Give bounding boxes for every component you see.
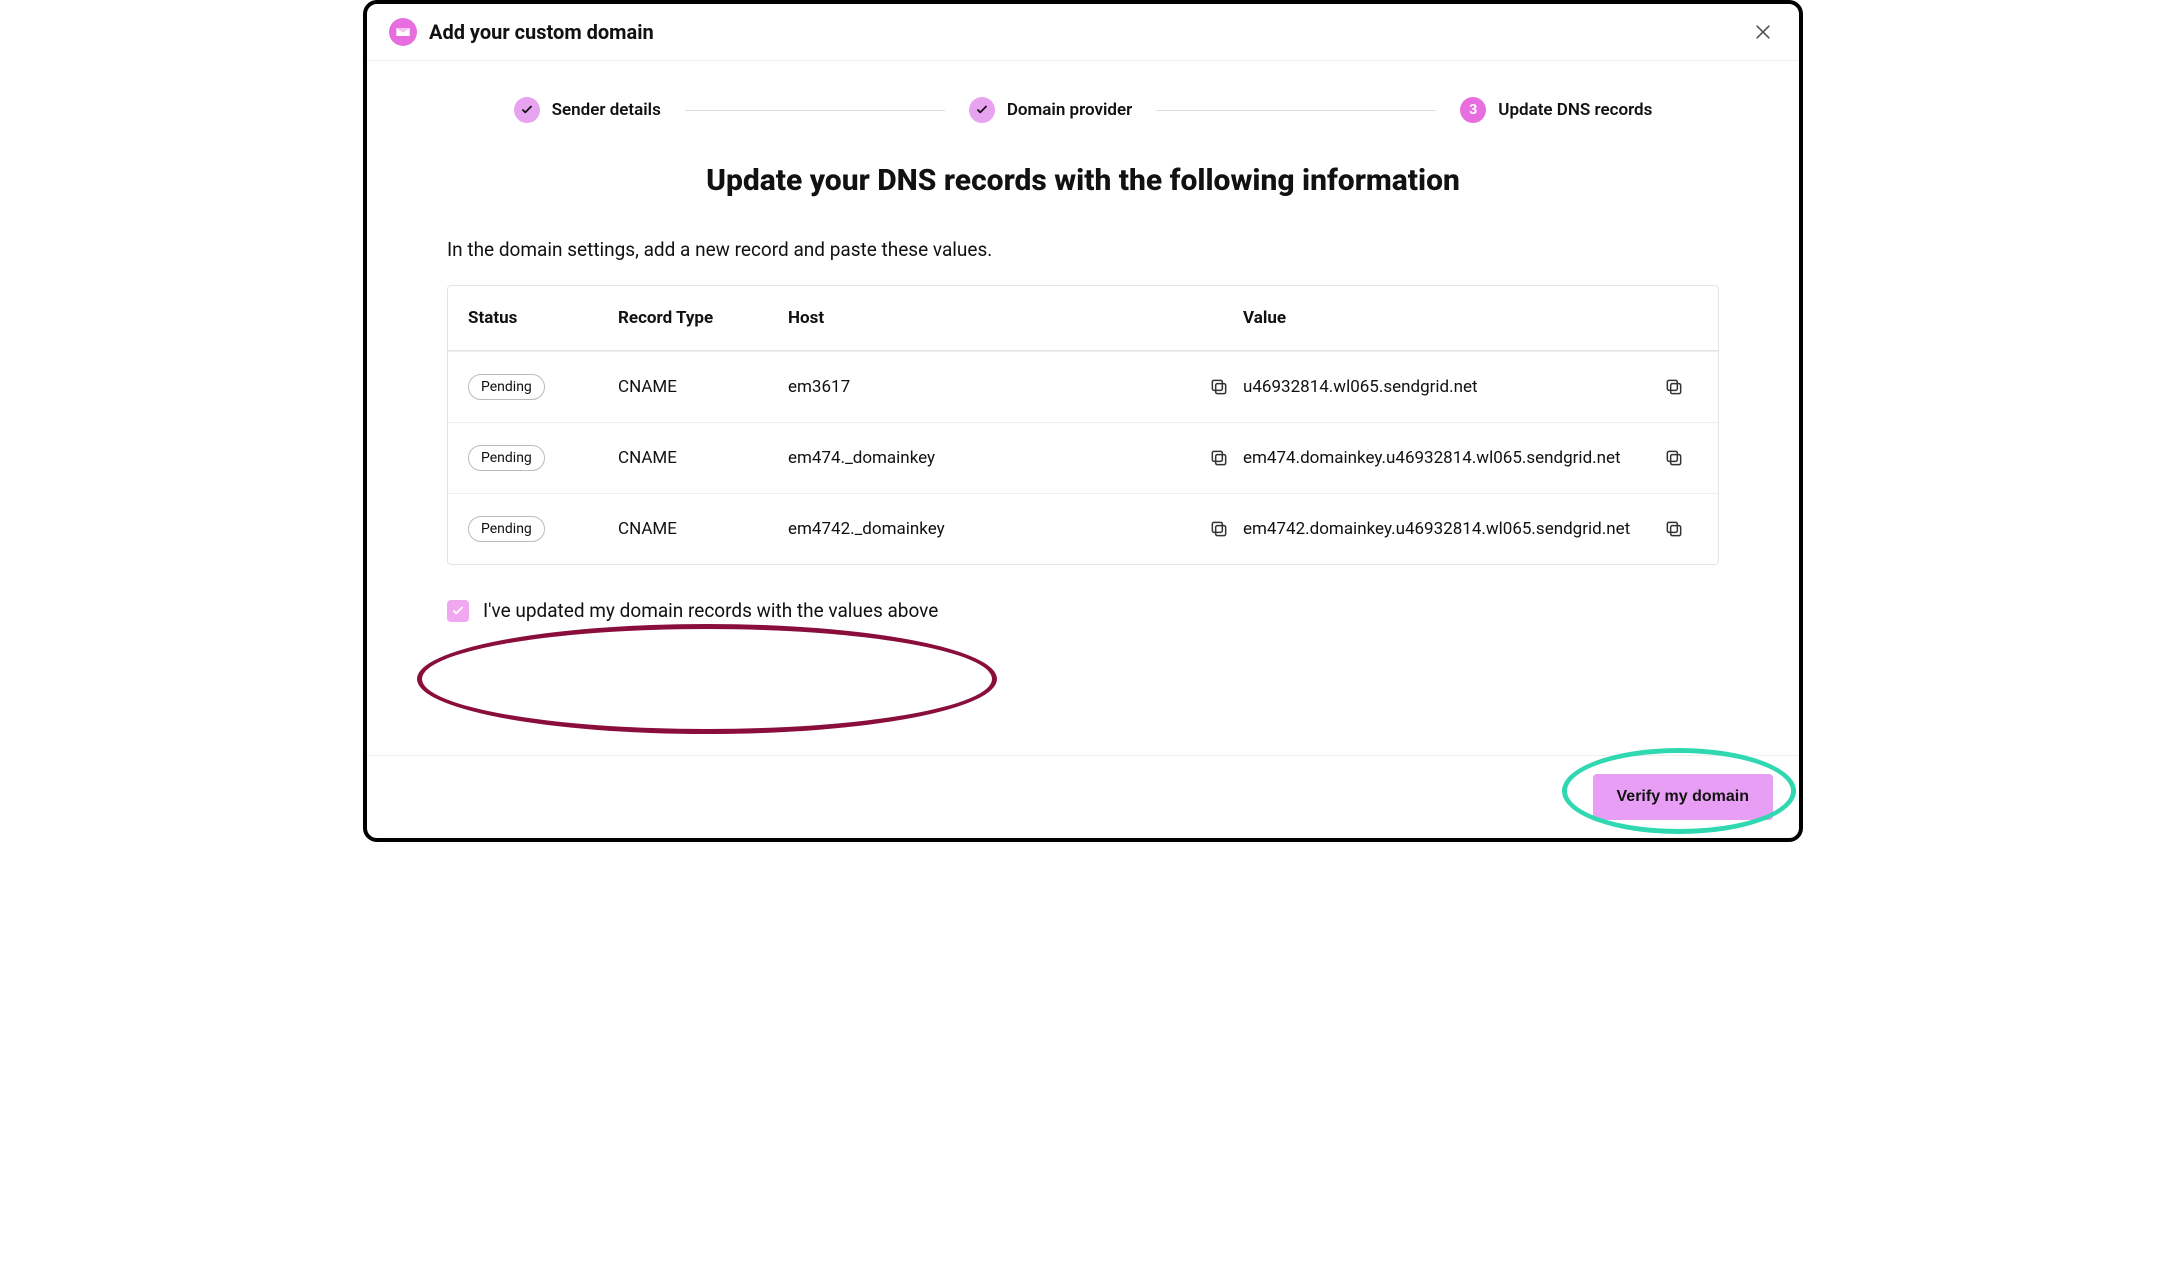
status-badge: Pending: [468, 374, 545, 400]
col-host: Host: [788, 308, 1195, 328]
modal-footer: Verify my domain: [367, 755, 1799, 838]
col-status: Status: [468, 308, 618, 328]
table-row: Pending CNAME em4742._domainkey em4742.d…: [448, 493, 1718, 564]
check-icon: [969, 97, 995, 123]
instruction-text: In the domain settings, add a new record…: [447, 238, 1719, 261]
status-badge: Pending: [468, 445, 545, 471]
copy-value-button[interactable]: [1650, 519, 1698, 539]
copy-icon: [1209, 519, 1229, 539]
col-value: Value: [1243, 308, 1650, 328]
copy-icon: [1664, 448, 1684, 468]
copy-icon: [1664, 377, 1684, 397]
close-button[interactable]: [1749, 18, 1777, 46]
record-value: u46932814.wl065.sendgrid.net: [1243, 377, 1650, 397]
verify-domain-button[interactable]: Verify my domain: [1593, 774, 1774, 820]
dns-records-table: Status Record Type Host Value Pending CN…: [447, 285, 1719, 565]
copy-value-button[interactable]: [1650, 448, 1698, 468]
step-divider: [685, 110, 945, 111]
copy-value-button[interactable]: [1650, 377, 1698, 397]
record-host: em3617: [788, 377, 1195, 397]
copy-host-button[interactable]: [1195, 448, 1243, 468]
modal-window: Add your custom domain Sender details Do…: [363, 0, 1803, 842]
modal-title: Add your custom domain: [429, 20, 654, 44]
record-value: em474.domainkey.u46932814.wl065.sendgrid…: [1243, 448, 1650, 468]
modal-content: Update your DNS records with the followi…: [367, 143, 1799, 755]
step-label: Domain provider: [1007, 100, 1132, 120]
record-host: em474._domainkey: [788, 448, 1195, 468]
step-divider: [1156, 110, 1436, 111]
step-label: Sender details: [552, 100, 661, 120]
confirm-label: I've updated my domain records with the …: [483, 599, 938, 622]
brand-logo-icon: [389, 18, 417, 46]
step-sender-details: Sender details: [514, 97, 661, 123]
copy-icon: [1664, 519, 1684, 539]
record-type: CNAME: [618, 448, 788, 468]
step-domain-provider: Domain provider: [969, 97, 1132, 123]
record-value: em4742.domainkey.u46932814.wl065.sendgri…: [1243, 519, 1650, 539]
step-update-dns: 3 Update DNS records: [1460, 97, 1652, 123]
stepper: Sender details Domain provider 3 Update …: [367, 61, 1799, 143]
copy-icon: [1209, 377, 1229, 397]
copy-host-button[interactable]: [1195, 377, 1243, 397]
step-label: Update DNS records: [1498, 100, 1652, 120]
page-title: Update your DNS records with the followi…: [447, 163, 1719, 198]
status-badge: Pending: [468, 516, 545, 542]
record-type: CNAME: [618, 377, 788, 397]
confirm-checkbox-row[interactable]: I've updated my domain records with the …: [447, 599, 1719, 622]
confirm-checkbox[interactable]: [447, 600, 469, 622]
table-header-row: Status Record Type Host Value: [448, 286, 1718, 351]
table-row: Pending CNAME em3617 u46932814.wl065.sen…: [448, 351, 1718, 422]
close-icon: [1753, 22, 1773, 42]
record-host: em4742._domainkey: [788, 519, 1195, 539]
modal-header: Add your custom domain: [367, 4, 1799, 61]
copy-host-button[interactable]: [1195, 519, 1243, 539]
table-row: Pending CNAME em474._domainkey em474.dom…: [448, 422, 1718, 493]
copy-icon: [1209, 448, 1229, 468]
check-icon: [514, 97, 540, 123]
col-type: Record Type: [618, 308, 788, 328]
step-number-badge: 3: [1460, 97, 1486, 123]
record-type: CNAME: [618, 519, 788, 539]
check-icon: [451, 604, 465, 618]
